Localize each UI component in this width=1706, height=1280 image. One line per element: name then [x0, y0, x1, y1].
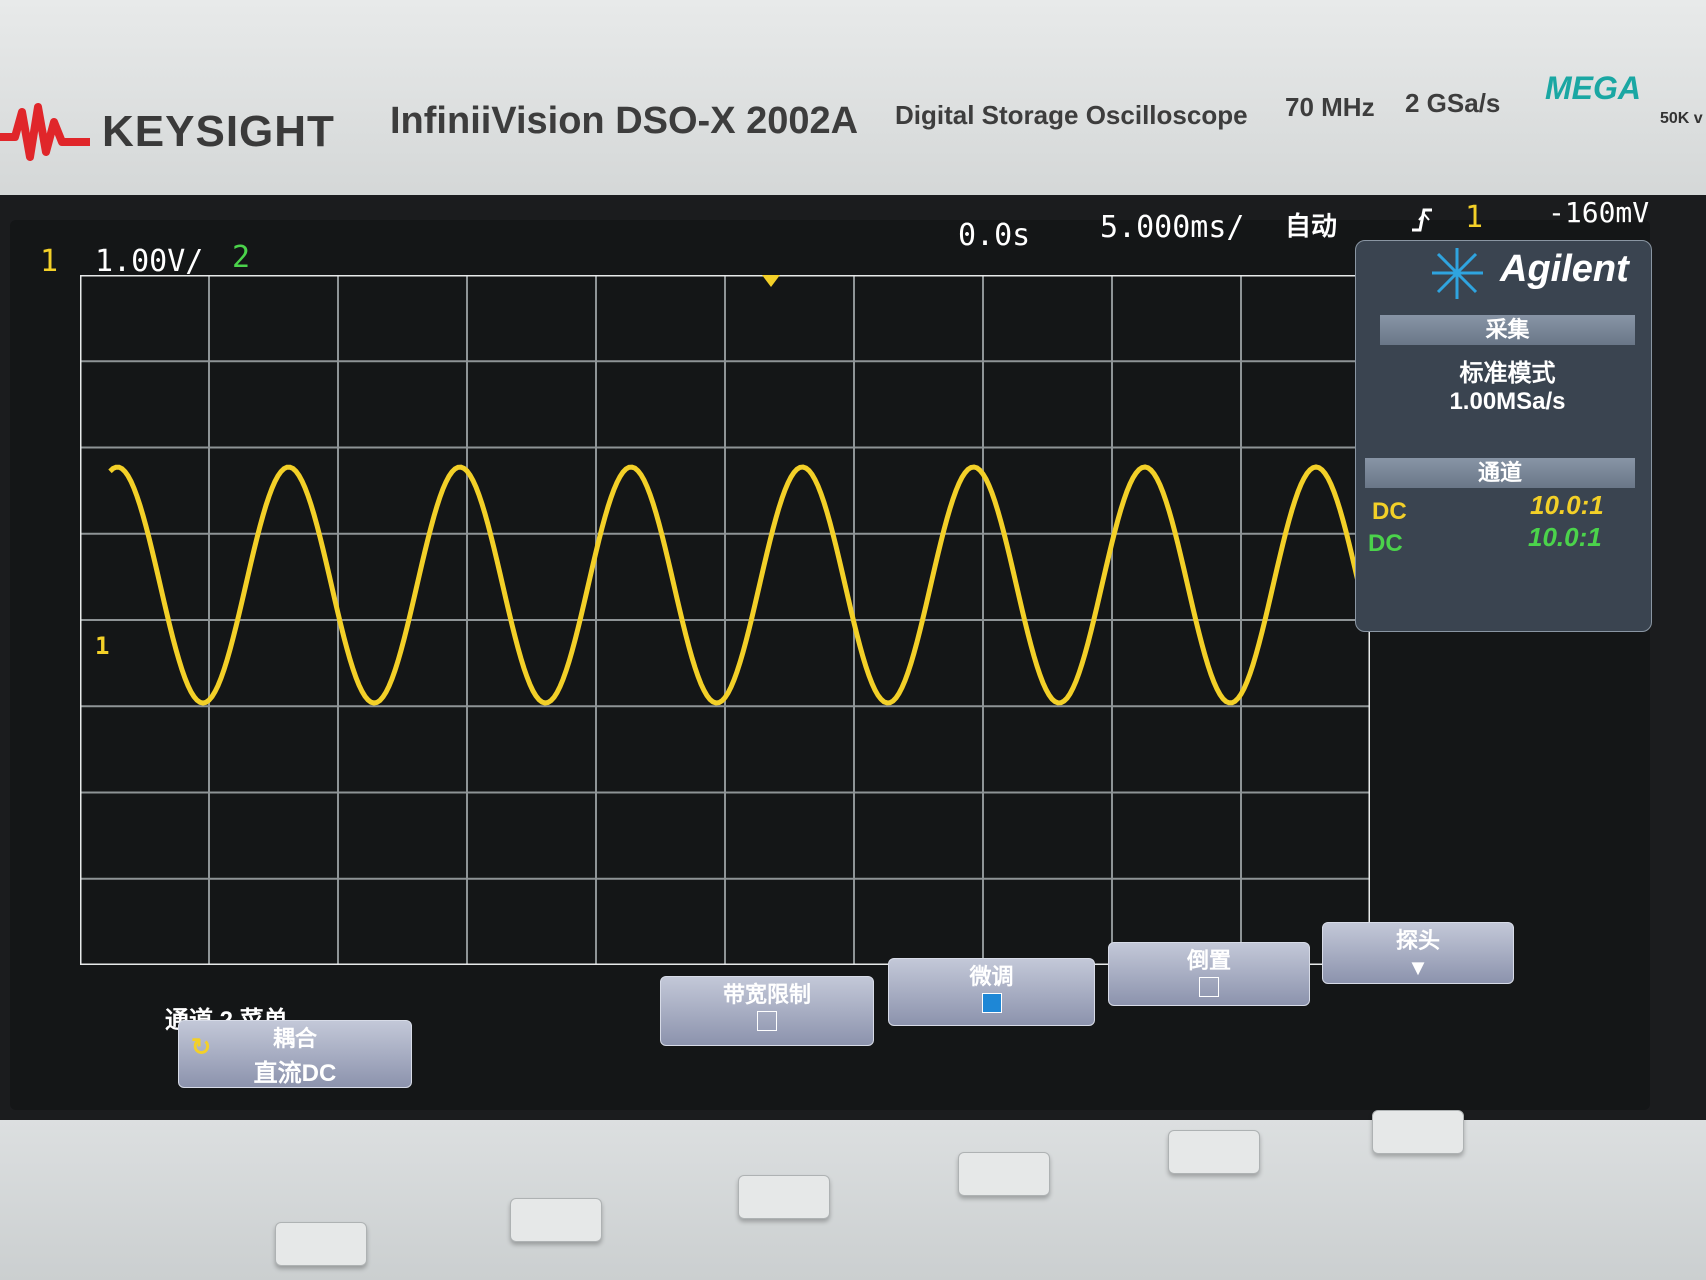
hardware-softkey-1[interactable] — [275, 1222, 367, 1266]
bandwidth-spec: 70 MHz — [1285, 92, 1375, 122]
trigger-position-marker — [762, 275, 780, 287]
ch2-number: 2 — [232, 240, 251, 275]
trigger-mode: 自动 — [1285, 212, 1338, 242]
ch1-ground-marker[interactable]: 1 — [95, 632, 109, 660]
submenu-arrow-icon: ▼ — [1407, 955, 1429, 980]
agilent-logo-text: Agilent — [1500, 248, 1629, 290]
probe-label: 探头 — [1395, 928, 1440, 953]
invert-softkey[interactable]: 倒置 — [1108, 942, 1310, 1006]
vernier-softkey[interactable]: 微调 — [888, 958, 1095, 1026]
graticule — [80, 275, 1370, 965]
rotate-knob-icon: ↻ — [191, 1034, 212, 1061]
brand-area: KEYSIGHT — [0, 92, 335, 172]
ch1-probe-ratio: 10.0:1 — [1530, 490, 1604, 520]
rising-edge-icon — [1412, 208, 1432, 232]
info-side-panel — [1355, 240, 1652, 632]
keysight-wave-logo — [0, 103, 90, 161]
hardware-softkey-4[interactable] — [958, 1152, 1050, 1196]
hardware-softkey-3[interactable] — [738, 1175, 830, 1219]
ch1-coupling: DC — [1372, 498, 1407, 525]
megazoom-badge: MEGA — [1545, 70, 1641, 106]
vernier-checkbox — [981, 993, 1002, 1013]
ch1-waveform — [108, 464, 1361, 706]
ch1-scale: 1.00V/ — [95, 244, 204, 279]
acquire-rate: 1.00MSa/s — [1449, 388, 1566, 415]
vernier-label: 微调 — [969, 964, 1014, 989]
channels-header: 通道 — [1365, 458, 1635, 488]
coupling-softkey[interactable]: ↻ 耦合 直流DC — [178, 1020, 412, 1088]
hardware-softkey-2[interactable] — [510, 1198, 602, 1242]
model-description: Digital Storage Oscilloscope — [895, 100, 1248, 130]
bandwidth-limit-label: 带宽限制 — [722, 982, 811, 1007]
ch2-coupling: DC — [1368, 530, 1403, 557]
bandwidth-limit-checkbox — [757, 1011, 777, 1031]
megazoom-badge-sub: 50K v — [1660, 110, 1703, 127]
brand-name: KEYSIGHT — [102, 107, 335, 156]
time-scale: 5.000ms/ — [1100, 210, 1245, 245]
trigger-level: -160mV — [1548, 196, 1650, 229]
acquire-header: 采集 — [1380, 315, 1635, 345]
ch1-number: 1 — [40, 244, 59, 279]
model-name: InfiniiVision DSO-X 2002A — [390, 100, 859, 142]
time-delay: 0.0s — [958, 218, 1031, 253]
hardware-softkey-5[interactable] — [1168, 1130, 1260, 1174]
trigger-source: 1 — [1465, 200, 1484, 235]
probe-softkey[interactable]: 探头 ▼ — [1322, 922, 1514, 984]
agilent-spark-icon — [1432, 248, 1483, 299]
invert-checkbox — [1199, 977, 1219, 997]
ch2-probe-ratio: 10.0:1 — [1528, 522, 1602, 552]
coupling-value: 直流DC — [253, 1060, 337, 1087]
sample-rate-spec: 2 GSa/s — [1405, 88, 1501, 118]
hardware-softkey-6[interactable] — [1372, 1110, 1464, 1154]
invert-label: 倒置 — [1186, 948, 1231, 973]
coupling-label: 耦合 — [272, 1026, 317, 1051]
bandwidth-limit-softkey[interactable]: 带宽限制 — [660, 976, 874, 1046]
acquire-mode: 标准模式 — [1459, 360, 1556, 387]
